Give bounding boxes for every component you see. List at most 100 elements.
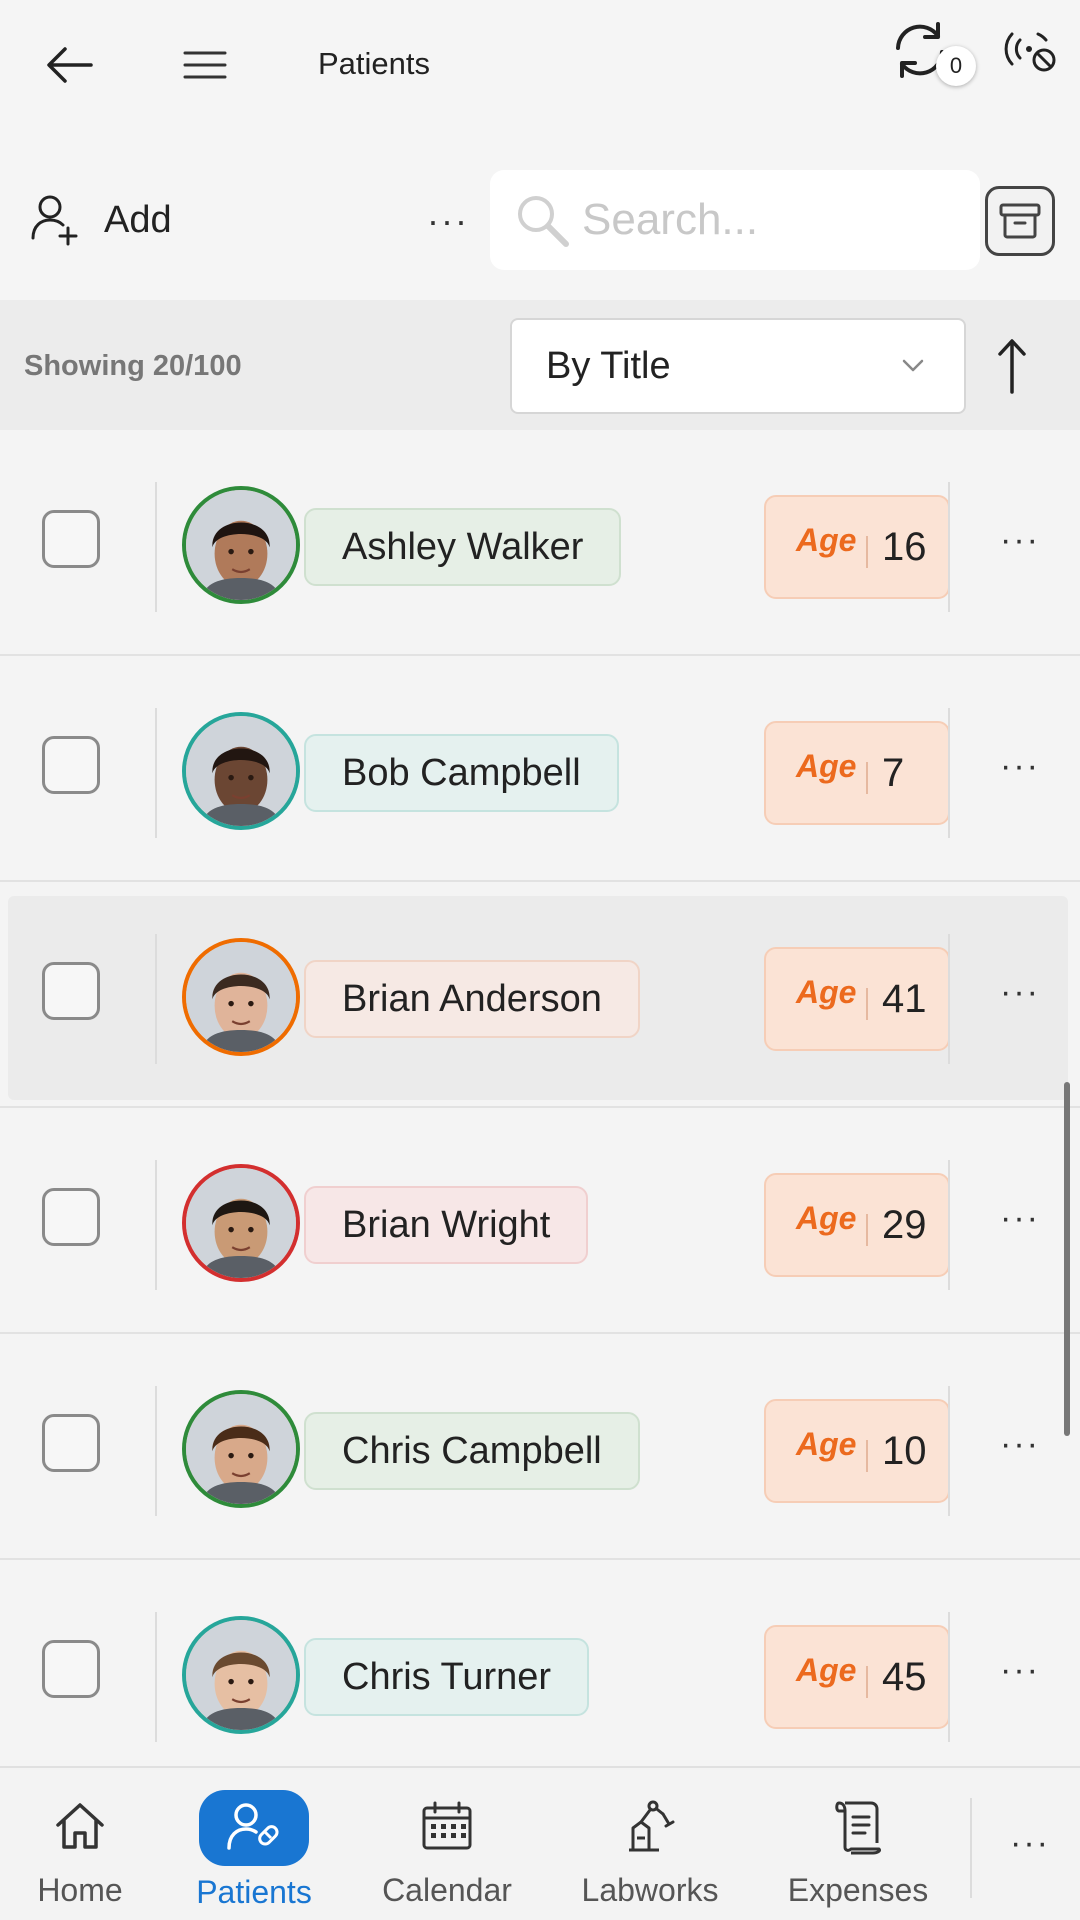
row-more-button[interactable]: ··· <box>990 1650 1050 1690</box>
expenses-icon <box>835 1801 881 1855</box>
patient-row[interactable]: Bob Campbell Age 7 ··· <box>0 656 1080 882</box>
row-more-button[interactable]: ··· <box>990 520 1050 560</box>
avatar-photo <box>186 1168 296 1278</box>
avatar-photo <box>186 1620 296 1730</box>
add-patient-button[interactable]: Add <box>30 190 172 250</box>
row-checkbox[interactable] <box>42 1188 100 1246</box>
age-value: 29 <box>882 1202 927 1247</box>
avatar[interactable] <box>182 1164 300 1282</box>
age-badge: Age 41 <box>764 947 950 1051</box>
avatar[interactable] <box>182 712 300 830</box>
row-checkbox[interactable] <box>42 1640 100 1698</box>
age-badge: Age 45 <box>764 1625 950 1729</box>
patient-name-chip[interactable]: Brian Wright <box>304 1186 589 1264</box>
age-value: 10 <box>882 1428 927 1473</box>
age-separator <box>866 1666 868 1698</box>
patient-name-chip[interactable]: Chris Turner <box>304 1638 590 1716</box>
offline-broadcast-icon <box>1004 32 1056 72</box>
patient-name-chip[interactable]: Chris Campbell <box>304 1412 640 1490</box>
hamburger-menu-icon <box>183 51 227 79</box>
row-divider <box>155 934 157 1064</box>
age-badge: Age 10 <box>764 1399 950 1503</box>
nav-label: Expenses <box>787 1872 929 1908</box>
row-divider <box>948 482 950 612</box>
row-checkbox[interactable] <box>42 962 100 1020</box>
age-badge: Age 7 <box>764 721 950 825</box>
avatar-photo <box>186 716 296 826</box>
patient-row[interactable]: Brian Wright Age 29 ··· <box>0 1108 1080 1334</box>
sort-select-value: By Title <box>546 344 671 387</box>
row-divider <box>155 1612 157 1742</box>
calendar-icon <box>422 1801 472 1850</box>
nav-label: Home <box>37 1872 123 1908</box>
age-value: 45 <box>882 1654 927 1699</box>
patient-name-chip[interactable]: Brian Anderson <box>304 960 640 1038</box>
search-box[interactable] <box>490 170 980 270</box>
nav-item-home[interactable]: Home <box>20 1768 140 1920</box>
patient-name-chip[interactable]: Bob Campbell <box>304 734 619 812</box>
patient-row[interactable]: Chris Campbell Age 10 ··· <box>0 1334 1080 1560</box>
nav-more-button[interactable]: ··· <box>1000 1818 1060 1868</box>
scrollbar[interactable] <box>1064 1082 1070 1436</box>
arrow-up-icon <box>998 339 1026 394</box>
archive-icon <box>999 203 1041 239</box>
age-separator <box>866 1440 868 1472</box>
row-more-button[interactable]: ··· <box>990 1424 1050 1464</box>
nav-item-expenses[interactable]: Expenses <box>776 1768 940 1920</box>
row-more-button[interactable]: ··· <box>990 1198 1050 1238</box>
archive-button[interactable] <box>985 186 1055 256</box>
row-divider <box>155 1160 157 1290</box>
add-label: Add <box>104 198 172 241</box>
patient-row[interactable]: Brian Anderson Age 41 ··· <box>0 882 1080 1108</box>
chevron-down-icon <box>902 359 924 372</box>
sort-select[interactable]: By Title <box>510 318 966 414</box>
age-separator <box>866 988 868 1020</box>
avatar[interactable] <box>182 1616 300 1734</box>
showing-count: Showing 20/100 <box>24 350 242 382</box>
row-divider <box>155 708 157 838</box>
row-divider <box>948 1160 950 1290</box>
patient-row[interactable]: Chris Turner Age 45 ··· <box>0 1560 1080 1786</box>
age-label: Age <box>796 1651 857 1688</box>
avatar[interactable] <box>182 938 300 1056</box>
nav-label: Labworks <box>581 1872 719 1908</box>
age-badge: Age 29 <box>764 1173 950 1277</box>
nav-item-calendar[interactable]: Calendar <box>370 1768 524 1920</box>
row-divider <box>948 1612 950 1742</box>
row-more-button[interactable]: ··· <box>990 746 1050 786</box>
row-checkbox[interactable] <box>42 510 100 568</box>
bottom-navigation: Home Patients Calendar Labworks Expenses… <box>0 1766 1080 1920</box>
sync-count-badge: 0 <box>936 46 976 86</box>
patient-row[interactable]: Ashley Walker Age 16 ··· <box>0 430 1080 656</box>
avatar[interactable] <box>182 486 300 604</box>
offline-status-button[interactable] <box>995 16 1065 86</box>
patient-name-chip[interactable]: Ashley Walker <box>304 508 622 586</box>
row-checkbox[interactable] <box>42 736 100 794</box>
age-label: Age <box>796 973 857 1010</box>
avatar[interactable] <box>182 1390 300 1508</box>
age-separator <box>866 536 868 568</box>
add-user-icon <box>31 195 78 246</box>
back-button[interactable] <box>30 30 110 100</box>
sort-direction-button[interactable] <box>992 336 1032 396</box>
menu-button[interactable] <box>170 30 240 100</box>
row-divider <box>155 1386 157 1516</box>
age-label: Age <box>796 521 857 558</box>
row-divider <box>948 934 950 1064</box>
age-label: Age <box>796 1199 857 1236</box>
age-separator <box>866 762 868 794</box>
age-separator <box>866 1214 868 1246</box>
home-icon <box>56 1803 104 1849</box>
row-more-button[interactable]: ··· <box>990 972 1050 1012</box>
age-value: 7 <box>882 750 905 795</box>
row-divider <box>948 708 950 838</box>
labworks-icon <box>629 1800 675 1852</box>
nav-item-patients[interactable]: Patients <box>184 1768 324 1920</box>
age-label: Age <box>796 747 857 784</box>
row-checkbox[interactable] <box>42 1414 100 1472</box>
patients-icon <box>227 1803 279 1850</box>
toolbar-more-button[interactable]: ··· <box>418 196 478 246</box>
age-badge: Age 16 <box>764 495 950 599</box>
nav-item-labworks[interactable]: Labworks <box>568 1768 732 1920</box>
search-input[interactable] <box>582 195 962 245</box>
